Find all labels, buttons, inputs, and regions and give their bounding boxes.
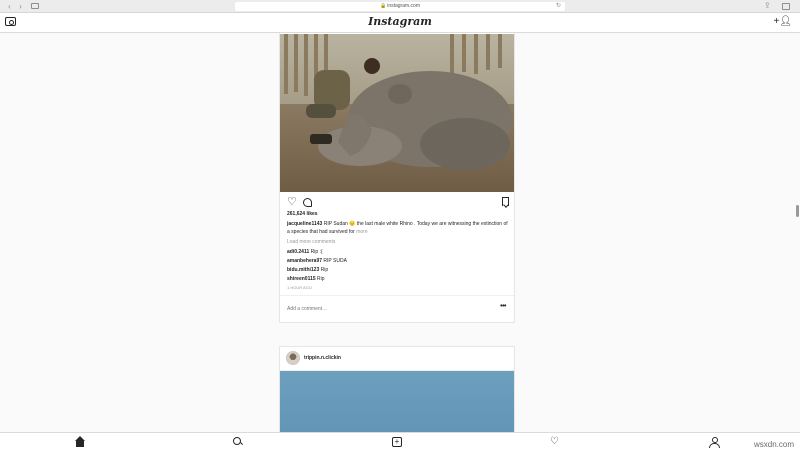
comment: amanbehera97 RIP SUDA (287, 258, 347, 264)
comment: bidu.mithi123 Rip (287, 267, 328, 273)
post-card: ♡ 261,624 likes jacqueline1143 RIP Sudan… (279, 33, 515, 323)
post-username[interactable]: trippin.n.clickin (304, 355, 341, 361)
lock-icon: 🔒 (379, 3, 387, 9)
load-more-comments[interactable]: Load more comments (287, 239, 335, 245)
share-icon[interactable]: ⇪ (764, 1, 771, 10)
bottom-tab-bar: + ♡ (0, 432, 800, 450)
comment-username[interactable]: shireen0115 (287, 276, 316, 282)
home-icon[interactable] (75, 436, 85, 447)
reload-icon[interactable]: ↻ (556, 2, 561, 11)
sidebar-icon[interactable] (31, 3, 39, 9)
avatar[interactable] (286, 351, 300, 365)
post-photo[interactable] (280, 371, 514, 432)
chevron-right-icon[interactable]: › (16, 2, 25, 11)
comment-username[interactable]: bidu.mithi123 (287, 267, 319, 273)
likes-count[interactable]: 261,624 likes (287, 211, 318, 217)
url-text: instagram.com (387, 3, 421, 9)
rhino-photo-illustration (280, 34, 514, 192)
new-post-icon[interactable]: + (392, 437, 402, 447)
post-photo[interactable] (280, 34, 514, 192)
add-comment-section: ••• (280, 295, 514, 323)
watermark: wsxdn.com (753, 440, 794, 449)
profile-icon[interactable] (709, 437, 720, 448)
caption-username[interactable]: jacqueline1143 (287, 221, 322, 227)
search-icon[interactable] (233, 437, 243, 447)
scrollbar[interactable] (796, 205, 799, 217)
post-timestamp[interactable]: 1 hour ago (287, 285, 312, 290)
post-actions: ♡ (287, 197, 509, 209)
instagram-logo[interactable]: Instagram (0, 15, 800, 28)
comment-username[interactable]: amanbehera97 (287, 258, 322, 264)
add-comment-input[interactable] (287, 305, 477, 313)
comment: shireen0115 Rip (287, 276, 325, 282)
comment-text: RIP SUDA (323, 258, 347, 264)
post-caption: jacqueline1143 RIP Sudan 😔 the last male… (287, 220, 509, 236)
chevron-left-icon[interactable]: ‹ (5, 2, 14, 11)
comment-text: Rip :( (310, 249, 323, 255)
add-user-icon[interactable]: +👤︎ (773, 16, 792, 27)
comment-username[interactable]: adi0.2411 (287, 249, 309, 255)
post-card: trippin.n.clickin (279, 346, 515, 432)
comment-text: Rip (320, 267, 329, 273)
instagram-header: Instagram +👤︎ (0, 13, 800, 33)
comment-icon[interactable] (303, 198, 312, 207)
caption-more-link[interactable]: more (356, 229, 367, 235)
comment: adi0.2411 Rip :( (287, 249, 323, 255)
comment-text: Rip (317, 276, 325, 282)
heart-icon[interactable]: ♡ (287, 197, 297, 208)
post-header: trippin.n.clickin (280, 347, 514, 371)
more-options-icon[interactable]: ••• (500, 303, 506, 310)
activity-icon[interactable]: ♡ (550, 437, 560, 447)
browser-toolbar: ‹ › 🔒instagram.com ↻ ⇪ (0, 0, 800, 13)
feed[interactable]: ♡ 261,624 likes jacqueline1143 RIP Sudan… (0, 33, 800, 432)
address-bar[interactable]: 🔒instagram.com ↻ (235, 2, 565, 11)
bookmark-icon[interactable] (502, 197, 509, 206)
tabs-icon[interactable] (782, 3, 790, 10)
